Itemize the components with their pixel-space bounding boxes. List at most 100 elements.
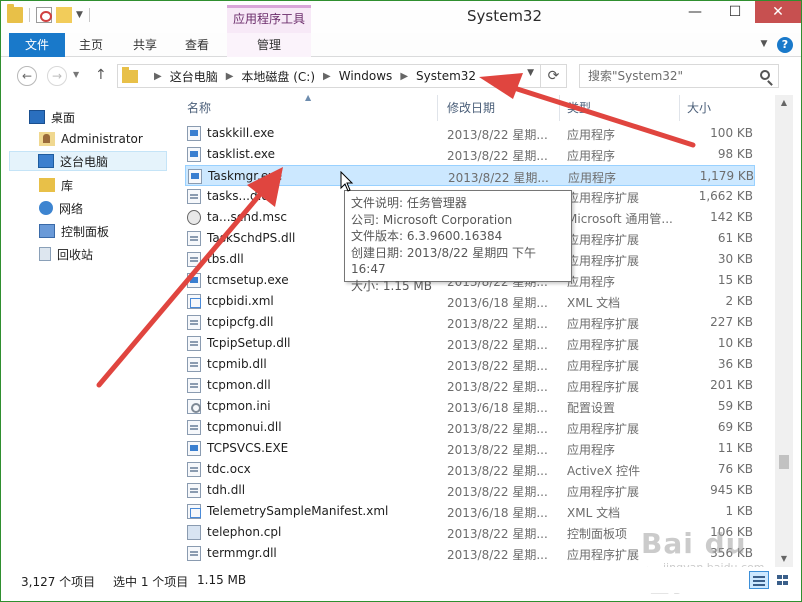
tab-file[interactable]: 文件 [9, 33, 65, 57]
navigation-bar: ← → ▼ ↑ ▶ 这台电脑 ▶ 本地磁盘 (C:) ▶ Windows ▶ S… [1, 57, 801, 95]
explorer-window: ▼ 应用程序工具 System32 — ☐ ✕ 文件 主页 共享 查看 管理 ▼… [0, 0, 802, 602]
exe-file-icon [187, 273, 201, 288]
sidebar-item-label: 回收站 [57, 247, 94, 262]
file-name: tcpmib.dll [207, 357, 267, 371]
column-header-size[interactable]: 大小 [687, 99, 711, 116]
sidebar-item-desktop[interactable]: 桌面 [29, 107, 75, 127]
exe-file-icon [187, 126, 201, 141]
close-button[interactable]: ✕ [755, 1, 801, 23]
column-divider[interactable] [679, 95, 680, 121]
file-row[interactable]: tdc.ocx 2013/8/22 星期... ActiveX 控件 76 KB [185, 459, 755, 480]
file-date: 2013/8/22 星期... [447, 338, 548, 352]
dll-file-icon [187, 189, 201, 204]
file-row[interactable]: Taskmgr.exe 2013/8/22 星期... 应用程序 1,179 KB [185, 165, 755, 186]
breadcrumb-this-pc[interactable]: 这台电脑 [170, 68, 218, 85]
column-divider[interactable] [559, 95, 560, 121]
breadcrumb-system32[interactable]: System32 [416, 69, 476, 83]
file-info-tooltip: 文件说明: 任务管理器 公司: Microsoft Corporation 文件… [344, 190, 572, 293]
breadcrumb-local-disk[interactable]: 本地磁盘 (C:) [241, 68, 315, 85]
qat-dropdown-icon[interactable]: ▼ [76, 10, 83, 20]
file-size: 76 KB [717, 462, 753, 476]
folder-icon[interactable] [7, 4, 23, 23]
file-type: 应用程序扩展 [567, 254, 640, 268]
file-row[interactable]: tcpmon.dll 2013/8/22 星期... 应用程序扩展 201 KB [185, 375, 755, 396]
xml-file-icon [187, 294, 201, 309]
sort-ascending-icon: ▲ [305, 93, 312, 102]
breadcrumb-windows[interactable]: Windows [339, 69, 393, 83]
chevron-down-icon[interactable]: ▼ [757, 37, 771, 51]
properties-icon[interactable] [36, 7, 52, 23]
chevron-right-icon[interactable]: ▶ [226, 71, 234, 82]
tab-manage[interactable]: 管理 [227, 33, 311, 57]
file-type: ActiveX 控件 [567, 464, 641, 478]
search-icon[interactable] [760, 70, 770, 80]
sidebar-item-control-panel[interactable]: 控制面板 [39, 221, 109, 241]
tab-view[interactable]: 查看 [177, 33, 217, 57]
chevron-right-icon[interactable]: ▶ [154, 71, 162, 82]
exe-file-icon [188, 169, 202, 184]
chevron-right-icon[interactable]: ▶ [323, 71, 331, 82]
file-row[interactable]: tcpmib.dll 2013/8/22 星期... 应用程序扩展 36 KB [185, 354, 755, 375]
file-row[interactable]: TcpipSetup.dll 2013/8/22 星期... 应用程序扩展 10 KB [185, 333, 755, 354]
help-icon[interactable]: ? [777, 37, 793, 53]
file-date: 2013/8/22 星期... [447, 485, 548, 499]
back-button[interactable]: ← [17, 66, 37, 86]
column-header-type[interactable]: 类型 [567, 99, 591, 116]
address-bar[interactable]: ▶ 这台电脑 ▶ 本地磁盘 (C:) ▶ Windows ▶ System32 … [117, 64, 541, 88]
file-size: 11 KB [717, 441, 753, 455]
ini-file-icon [187, 399, 201, 414]
file-row[interactable]: taskkill.exe 2013/8/22 星期... 应用程序 100 KB [185, 123, 755, 144]
file-date: 2013/8/22 星期... [447, 128, 548, 142]
file-size: 1,179 KB [699, 169, 754, 183]
file-row[interactable]: TCPSVCS.EXE 2013/8/22 星期... 应用程序 11 KB [185, 438, 755, 459]
sidebar-item-administrator[interactable]: Administrator [39, 129, 143, 149]
column-header-name[interactable]: 名称 [187, 99, 211, 116]
search-input[interactable]: 搜索"System32" [579, 64, 779, 88]
large-icons-view-icon[interactable] [773, 571, 793, 589]
details-view-icon[interactable] [749, 571, 769, 589]
file-date: 2013/8/22 星期... [447, 548, 548, 562]
file-row[interactable]: tdh.dll 2013/8/22 星期... 应用程序扩展 945 KB [185, 480, 755, 501]
file-row[interactable]: tcpmonui.dll 2013/8/22 星期... 应用程序扩展 69 KB [185, 417, 755, 438]
folder-icon [122, 66, 138, 83]
tooltip-size: 大小: 1.15 MB [351, 278, 432, 293]
file-size: 36 KB [717, 357, 753, 371]
recent-locations-icon[interactable]: ▼ [73, 70, 79, 79]
column-divider[interactable] [437, 95, 438, 121]
sidebar-item-recycle-bin[interactable]: 回收站 [39, 244, 93, 264]
quick-access-toolbar: ▼ [7, 4, 92, 23]
sidebar-item-network[interactable]: 网络 [39, 198, 83, 218]
file-row[interactable]: tcpbidi.xml 2013/6/18 星期... XML 文档 2 KB [185, 291, 755, 312]
minimize-button[interactable]: — [675, 1, 715, 23]
up-button[interactable]: ↑ [95, 67, 107, 83]
msc-file-icon [187, 210, 201, 225]
tab-home[interactable]: 主页 [71, 33, 111, 57]
sidebar-item-library[interactable]: 库 [39, 175, 73, 195]
file-name: taskkill.exe [207, 126, 275, 140]
file-row[interactable]: tcpipcfg.dll 2013/8/22 星期... 应用程序扩展 227 KB [185, 312, 755, 333]
scroll-down-icon[interactable]: ▼ [775, 551, 793, 567]
scroll-up-icon[interactable]: ▲ [775, 95, 793, 111]
new-folder-icon[interactable] [56, 7, 72, 23]
file-date: 2013/6/18 星期... [447, 296, 548, 310]
chevron-right-icon[interactable]: ▶ [400, 71, 408, 82]
file-date: 2013/8/22 星期... [447, 359, 548, 373]
vertical-scrollbar[interactable]: ▲ ▼ [775, 95, 793, 567]
file-row[interactable]: tasklist.exe 2013/8/22 星期... 应用程序 98 KB [185, 144, 755, 165]
sidebar-item-label: 控制面板 [61, 224, 110, 239]
forward-button[interactable]: → [47, 66, 67, 86]
maximize-button[interactable]: ☐ [715, 1, 755, 23]
sidebar-item-this-pc[interactable]: 这台电脑 [9, 151, 167, 171]
column-header-label: 修改日期 [447, 101, 496, 115]
file-row[interactable]: tcpmon.ini 2013/6/18 星期... 配置设置 59 KB [185, 396, 755, 417]
file-date: 2013/8/22 星期... [447, 380, 548, 394]
dll-file-icon [187, 483, 201, 498]
file-name: Taskmgr.exe [208, 169, 283, 183]
column-header-date[interactable]: 修改日期 [447, 99, 495, 116]
file-type: XML 文档 [567, 506, 621, 520]
scrollbar-thumb[interactable] [779, 455, 789, 469]
tab-share[interactable]: 共享 [125, 33, 165, 57]
address-dropdown-icon[interactable]: ▼ [527, 68, 534, 78]
refresh-button[interactable]: ⟳ [541, 64, 567, 88]
dll-file-icon [187, 315, 201, 330]
